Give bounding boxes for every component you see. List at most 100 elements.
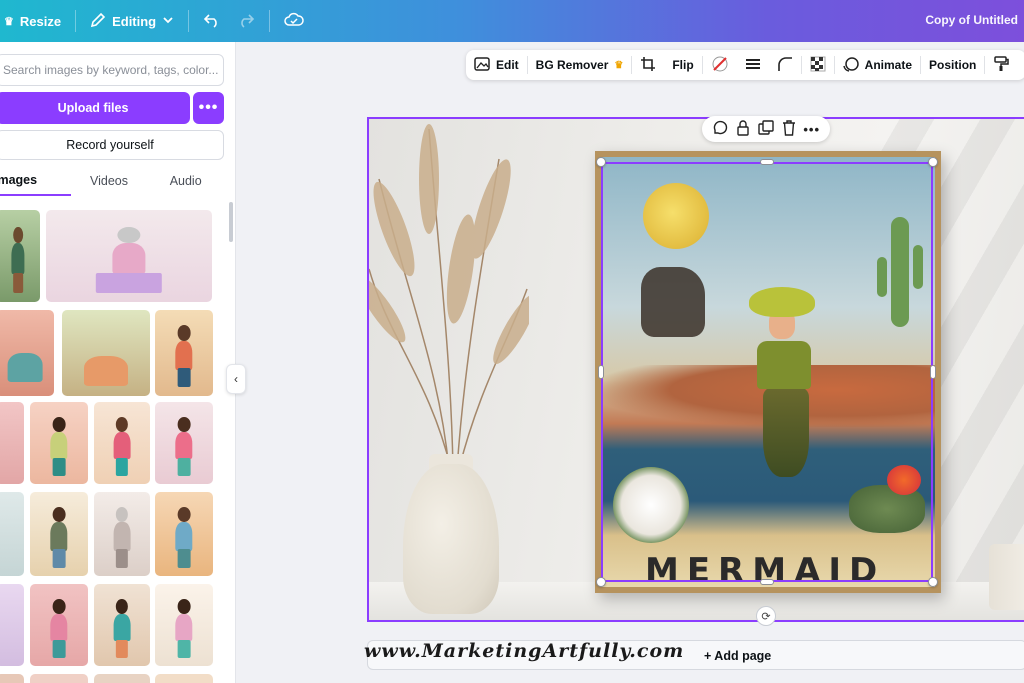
add-page-label: + Add page [704,649,772,663]
corner-rounding-icon [777,56,793,75]
cloud-check-icon [284,12,304,31]
collapse-panel-button[interactable]: ‹ [226,364,246,394]
image-thumbnail[interactable] [0,584,24,666]
top-bar: ♛ Resize Editing Copy of Untitled [0,0,1024,42]
resize-handle-tl[interactable] [596,157,606,167]
image-thumbnail[interactable] [0,310,54,396]
image-thumbnail[interactable] [62,310,150,396]
selection-box [601,162,933,582]
search-input[interactable]: Search images by keyword, tags, color... [0,54,224,86]
image-thumbnail[interactable] [30,584,88,666]
more-options-button[interactable]: ••• [193,92,224,124]
pampas-grass-image [369,124,529,469]
panel-scrollbar[interactable] [229,202,233,242]
resize-handle-tr[interactable] [928,157,938,167]
resize-handle-top[interactable] [760,159,774,165]
animate-button[interactable]: Animate [835,50,920,80]
search-placeholder: Search images by keyword, tags, color... [3,63,219,77]
document-title[interactable]: Copy of Untitled [925,13,1018,27]
transparency-icon [810,56,826,75]
redo-button[interactable] [229,6,263,36]
undo-button[interactable] [195,6,229,36]
resize-button[interactable]: ♛ Resize [0,6,69,36]
image-thumbnail[interactable] [30,402,88,484]
position-label: Position [929,58,977,72]
border-style-icon [745,57,761,74]
position-button[interactable]: Position [921,50,984,80]
image-thumbnail[interactable] [94,674,150,683]
resize-handle-left[interactable] [598,365,604,379]
edit-label: Edit [496,58,519,72]
corner-rounding-button[interactable] [769,50,801,80]
image-thumbnail[interactable] [155,492,213,576]
image-thumbnail[interactable] [155,584,213,666]
tab-videos[interactable]: Videos [71,166,148,196]
element-quick-toolbar: ••• [702,116,830,142]
editing-mode-button[interactable]: Editing [82,6,182,36]
image-thumbnail[interactable] [0,492,24,576]
resize-handle-right[interactable] [930,365,936,379]
animate-label: Animate [864,58,913,72]
border-color-button[interactable] [703,50,737,80]
resize-handle-bl[interactable] [596,577,606,587]
image-thumbnail[interactable] [30,492,88,576]
tab-audio-label: Audio [169,174,202,188]
resize-handle-bottom[interactable] [760,579,774,585]
resize-handle-br[interactable] [928,577,938,587]
tab-videos-label: Videos [90,174,128,188]
crown-icon: ♛ [4,15,14,28]
image-thumbnail[interactable] [155,310,213,396]
trash-icon[interactable] [782,119,796,139]
image-thumbnail[interactable] [0,402,24,484]
paint-format-button[interactable] [985,50,1017,80]
tab-images-label: Images [0,173,38,187]
flip-button[interactable]: Flip [664,50,701,80]
comment-add-icon[interactable] [712,120,728,139]
no-color-icon [711,55,729,76]
edit-button[interactable]: Edit [466,50,527,80]
redo-icon [237,12,255,31]
image-edit-icon [474,56,490,74]
record-yourself-button[interactable]: Record yourself [0,130,224,160]
candle-image [989,544,1024,610]
upload-files-button[interactable]: Upload files [0,92,190,124]
transparency-button[interactable] [802,50,834,80]
divider [188,10,190,32]
image-thumbnail[interactable] [94,492,150,576]
image-edit-toolbar: Edit BG Remover ♛ Flip Animate Position [466,50,1024,80]
rotate-handle[interactable]: ⟳ [756,606,776,626]
duplicate-icon[interactable] [757,119,774,139]
flip-label: Flip [672,58,694,72]
vase-image [403,464,499,614]
rotate-icon: ⟳ [761,610,771,623]
design-canvas[interactable]: MERMAID [367,117,1024,622]
image-thumbnail[interactable] [0,210,40,302]
animate-icon [842,56,859,75]
pencil-icon [90,12,106,31]
divider [75,10,77,32]
chevron-left-icon: ‹ [234,372,238,386]
bg-remover-label: BG Remover [535,58,609,72]
paint-roller-icon [993,55,1010,75]
image-thumbnail[interactable] [0,674,24,683]
tab-images[interactable]: Images [0,166,71,196]
border-style-button[interactable] [737,50,769,80]
image-thumbnail[interactable] [94,584,150,666]
crown-icon: ♛ [614,59,624,71]
tab-audio[interactable]: Audio [147,166,224,196]
media-tabs: Images Videos Audio [0,166,224,196]
uploads-panel: Search images by keyword, tags, color...… [0,42,236,683]
image-thumbnail[interactable] [30,674,88,683]
chevron-down-icon [162,14,174,29]
image-thumbnail[interactable] [46,210,212,302]
image-thumbnail[interactable] [155,674,213,683]
more-options-icon[interactable]: ••• [803,122,820,137]
editing-label: Editing [112,13,157,29]
crop-button[interactable] [632,50,664,80]
cloud-save-button[interactable] [276,6,312,36]
bg-remover-button[interactable]: BG Remover ♛ [528,50,632,80]
image-thumbnail[interactable] [94,402,150,484]
lock-icon[interactable] [736,119,750,139]
image-thumbnail[interactable] [155,402,213,484]
undo-icon [203,12,221,31]
